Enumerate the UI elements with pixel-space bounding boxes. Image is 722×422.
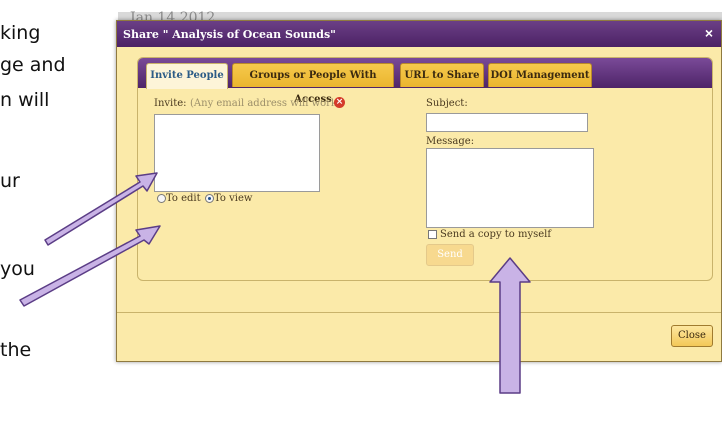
- doc-text-line-6: the: [0, 339, 32, 361]
- radio-to-edit-label: To edit: [166, 193, 201, 204]
- close-icon[interactable]: ×: [705, 25, 713, 41]
- radio-to-edit[interactable]: [157, 194, 166, 203]
- tab-bar: Invite People Groups or People With Acce…: [138, 58, 712, 105]
- invite-email-textarea[interactable]: [154, 114, 320, 192]
- doc-text-line-3: n will: [0, 89, 50, 111]
- dialog-titlebar: Share " Analysis of Ocean Sounds" ×: [117, 21, 721, 47]
- tab-groups-people-access[interactable]: Groups or People With Access: [232, 63, 394, 105]
- send-copy-label: Send a copy to myself: [440, 229, 552, 240]
- subject-input[interactable]: [426, 113, 588, 132]
- error-icon: ×: [334, 97, 345, 108]
- tab-invite-people[interactable]: Invite People: [146, 63, 228, 89]
- message-textarea[interactable]: [426, 148, 594, 228]
- send-button[interactable]: Send: [426, 244, 474, 266]
- message-label: Message:: [426, 136, 475, 147]
- tab-panel: Invite People Groups or People With Acce…: [137, 57, 713, 281]
- dialog-footer-divider: [117, 312, 721, 313]
- dialog-title: Share " Analysis of Ocean Sounds": [123, 28, 336, 41]
- subject-label: Subject:: [426, 98, 468, 109]
- doc-text-line-4: ur: [0, 170, 20, 192]
- doc-text-line-2: ge and: [0, 54, 66, 76]
- radio-to-view[interactable]: [205, 194, 214, 203]
- tab-url-to-share[interactable]: URL to Share: [400, 63, 484, 87]
- close-button[interactable]: Close: [671, 325, 713, 347]
- radio-to-view-label: To view: [214, 193, 253, 204]
- doc-text-line-1: king: [0, 22, 41, 44]
- invite-label: Invite:: [154, 98, 187, 109]
- share-dialog: Share " Analysis of Ocean Sounds" × Invi…: [116, 20, 722, 362]
- tab-doi-management[interactable]: DOI Management: [488, 63, 592, 87]
- invite-hint: (Any email address will work): [190, 98, 341, 109]
- send-copy-checkbox[interactable]: [428, 230, 437, 239]
- doc-text-line-5: you: [0, 258, 35, 280]
